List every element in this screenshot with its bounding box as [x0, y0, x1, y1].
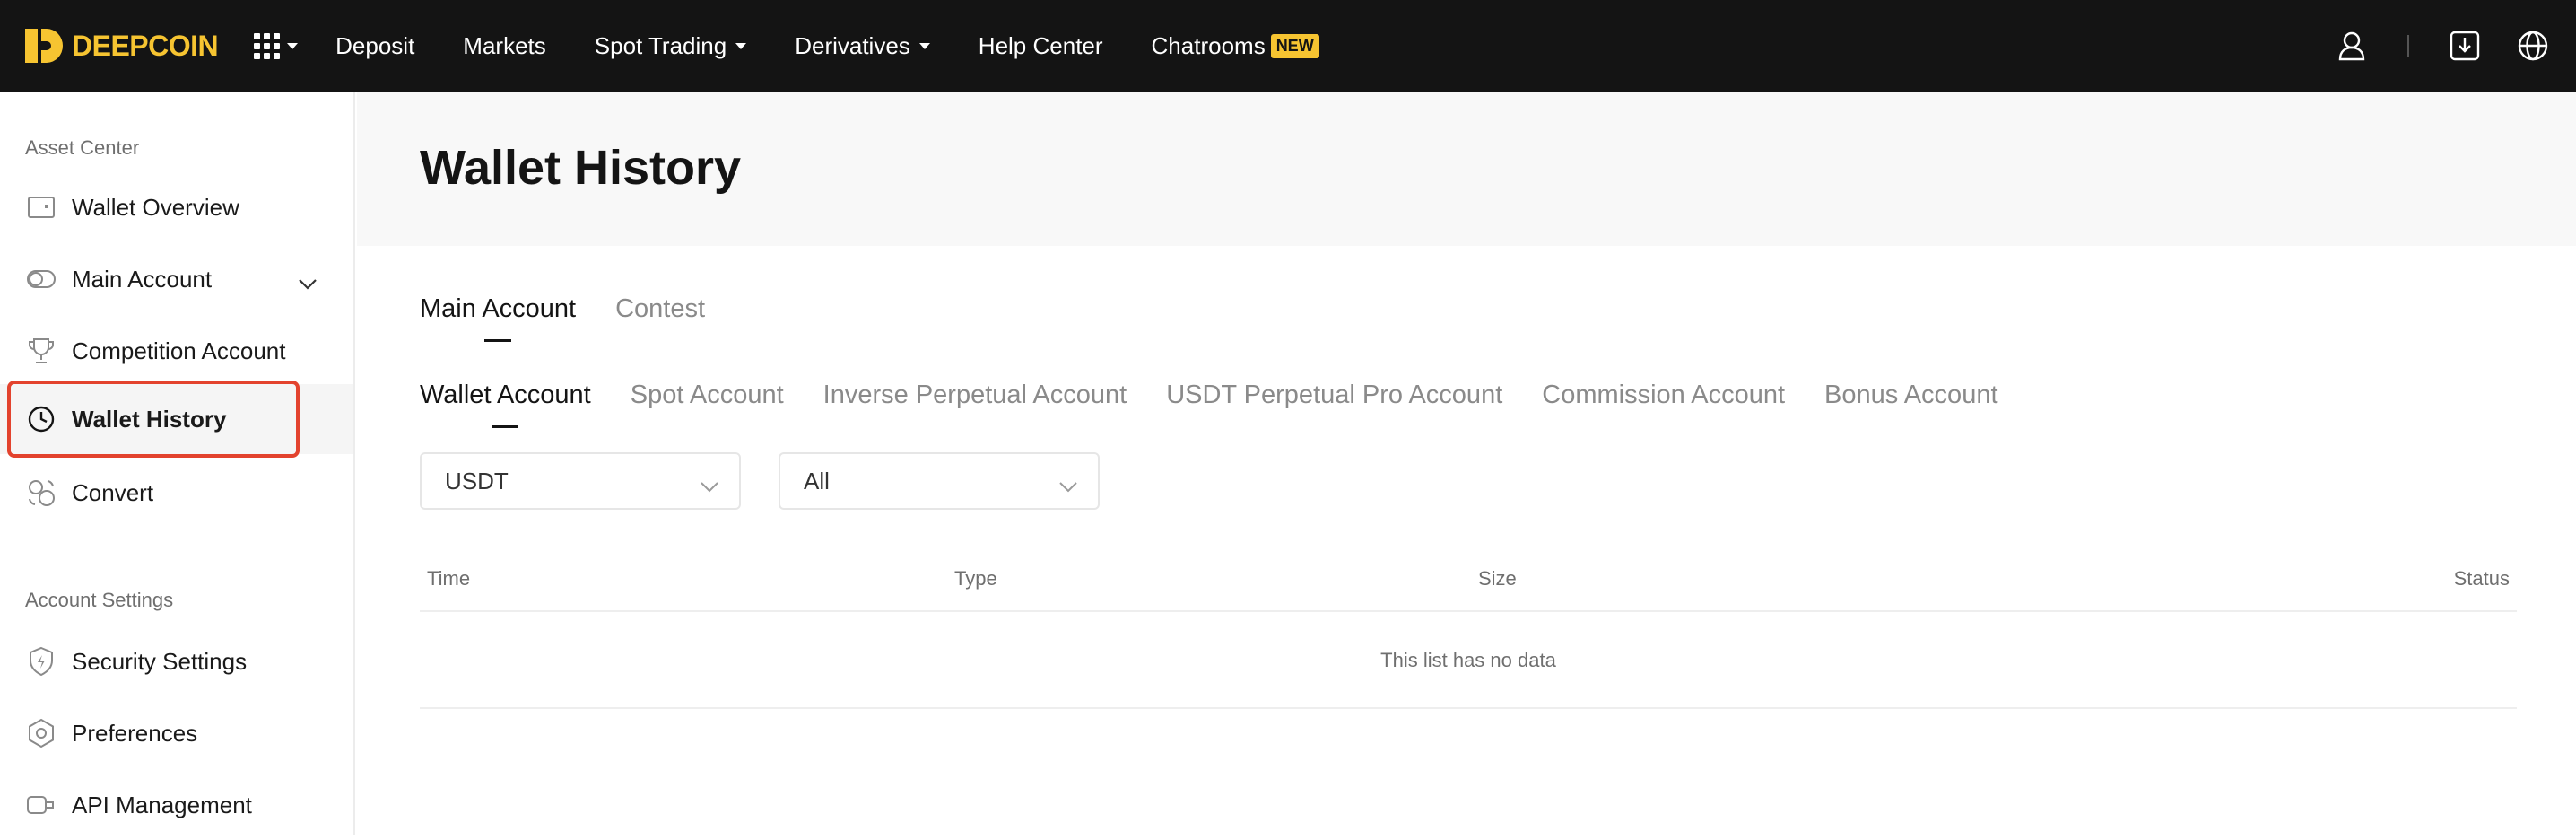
sidebar-item-label: Wallet History	[72, 405, 227, 433]
nav-markets-label: Markets	[463, 31, 546, 59]
history-table-header: Time Type Size Status	[420, 547, 2517, 612]
currency-select-value: USDT	[445, 467, 509, 494]
currency-select[interactable]: USDT	[420, 452, 741, 510]
nav-markets[interactable]: Markets	[463, 32, 545, 60]
column-header-size: Size	[1478, 567, 1517, 590]
caret-down-icon	[735, 42, 747, 49]
tab-wallet-account[interactable]: Wallet Account	[420, 381, 591, 410]
nav-help-center[interactable]: Help Center	[979, 32, 1103, 60]
nav-deposit[interactable]: Deposit	[335, 32, 414, 60]
chevron-down-icon	[700, 472, 719, 500]
nav-spot-trading-label: Spot Trading	[594, 31, 727, 59]
sidebar-item-convert[interactable]: Convert	[0, 458, 353, 528]
toggle-icon	[25, 263, 57, 295]
column-header-type: Type	[954, 567, 997, 590]
account-settings-heading: Account Settings	[25, 589, 174, 611]
main-content: Wallet History Main Account Contest Wall…	[357, 92, 2576, 835]
shield-icon	[25, 645, 57, 678]
sidebar-item-label: Main Account	[72, 265, 213, 293]
caret-down-icon	[287, 42, 299, 49]
new-badge: NEW	[1270, 33, 1319, 58]
download-icon[interactable]	[2449, 30, 2481, 62]
sidebar-item-label: Competition Account	[72, 337, 286, 364]
top-navigation-bar: DEEPCOIN Deposit Markets Spot Trading De…	[0, 0, 2576, 92]
sidebar-item-wallet-history[interactable]: Wallet History	[0, 384, 353, 454]
nav-derivatives[interactable]: Derivatives	[795, 32, 930, 60]
nav-chatrooms-label: Chatrooms	[1151, 31, 1266, 59]
tab-bonus-account[interactable]: Bonus Account	[1824, 381, 1997, 410]
sidebar-item-api-management[interactable]: API Management	[0, 770, 353, 840]
sidebar-item-security-settings[interactable]: Security Settings	[0, 626, 353, 696]
apps-menu-button[interactable]	[254, 32, 299, 59]
sidebar-item-label: API Management	[72, 791, 252, 818]
column-header-status: Status	[2453, 567, 2510, 590]
hexagon-icon	[25, 717, 57, 749]
deepcoin-logo[interactable]: DEEPCOIN	[25, 0, 219, 92]
tab-usdt-perpetual-pro-account[interactable]: USDT Perpetual Pro Account	[1166, 381, 1502, 410]
nav-deposit-label: Deposit	[335, 31, 415, 59]
nav-chatrooms[interactable]: Chatrooms NEW	[1152, 32, 1319, 60]
sidebar-item-label: Security Settings	[72, 647, 248, 675]
wallet-icon	[25, 191, 57, 223]
sidebar: Asset Center Wallet Overview Main Accoun…	[0, 92, 355, 835]
divider	[2407, 35, 2409, 57]
chevron-down-icon[interactable]	[298, 269, 318, 297]
globe-icon[interactable]	[2517, 30, 2549, 62]
sidebar-item-preferences[interactable]: Preferences	[0, 698, 353, 768]
type-select[interactable]: All	[779, 452, 1100, 510]
tab-inverse-perpetual-account[interactable]: Inverse Perpetual Account	[823, 381, 1127, 410]
trophy-icon	[25, 335, 57, 367]
sidebar-item-label: Wallet Overview	[72, 193, 239, 221]
wallet-tabs: Wallet Account Spot Account Inverse Perp…	[420, 381, 2038, 410]
column-header-time: Time	[427, 567, 471, 590]
brand-name: DEEPCOIN	[72, 29, 219, 62]
empty-state-message: This list has no data	[420, 612, 2517, 709]
user-icon[interactable]	[2336, 30, 2368, 62]
tab-contest[interactable]: Contest	[615, 294, 705, 324]
api-icon	[25, 789, 57, 821]
nav-derivatives-label: Derivatives	[795, 31, 910, 59]
nav-spot-trading[interactable]: Spot Trading	[594, 31, 747, 60]
sidebar-item-wallet-overview[interactable]: Wallet Overview	[0, 172, 353, 242]
convert-icon	[25, 477, 57, 509]
page-header: Wallet History	[357, 92, 2576, 246]
tab-spot-account[interactable]: Spot Account	[631, 381, 784, 410]
sidebar-item-label: Preferences	[72, 719, 198, 747]
clock-icon	[25, 403, 57, 435]
main-nav: Deposit Markets Spot Trading Derivatives…	[335, 0, 1368, 92]
account-tabs: Main Account Contest	[420, 294, 744, 324]
chevron-down-icon	[1058, 472, 1078, 500]
apps-grid-icon	[254, 32, 281, 59]
page-title: Wallet History	[420, 141, 742, 195]
tab-main-account[interactable]: Main Account	[420, 294, 576, 324]
sidebar-item-label: Convert	[72, 478, 154, 506]
sidebar-item-main-account[interactable]: Main Account	[0, 244, 353, 314]
type-select-value: All	[804, 467, 830, 494]
top-right-actions	[2336, 0, 2549, 92]
nav-help-center-label: Help Center	[978, 31, 1103, 59]
sidebar-item-competition-account[interactable]: Competition Account	[0, 316, 353, 386]
asset-center-heading: Asset Center	[25, 136, 140, 159]
caret-down-icon	[918, 42, 930, 49]
tab-commission-account[interactable]: Commission Account	[1542, 381, 1785, 410]
deepcoin-logo-icon	[25, 29, 63, 63]
